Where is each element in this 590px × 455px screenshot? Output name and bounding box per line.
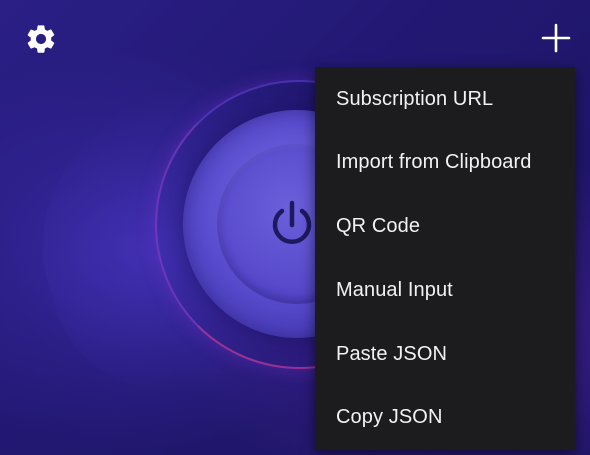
plus-icon[interactable] — [540, 22, 572, 54]
add-config-menu: Subscription URL Import from Clipboard Q… — [315, 67, 575, 450]
menu-item-qr-code[interactable]: QR Code — [315, 194, 575, 258]
menu-item-subscription-url[interactable]: Subscription URL — [315, 67, 575, 131]
menu-item-import-from-clipboard[interactable]: Import from Clipboard — [315, 130, 575, 194]
gear-icon[interactable] — [24, 22, 58, 56]
menu-item-copy-json[interactable]: Copy JSON — [315, 385, 575, 449]
menu-item-paste-json[interactable]: Paste JSON — [315, 322, 575, 386]
power-icon — [272, 200, 312, 244]
menu-item-manual-input[interactable]: Manual Input — [315, 258, 575, 322]
